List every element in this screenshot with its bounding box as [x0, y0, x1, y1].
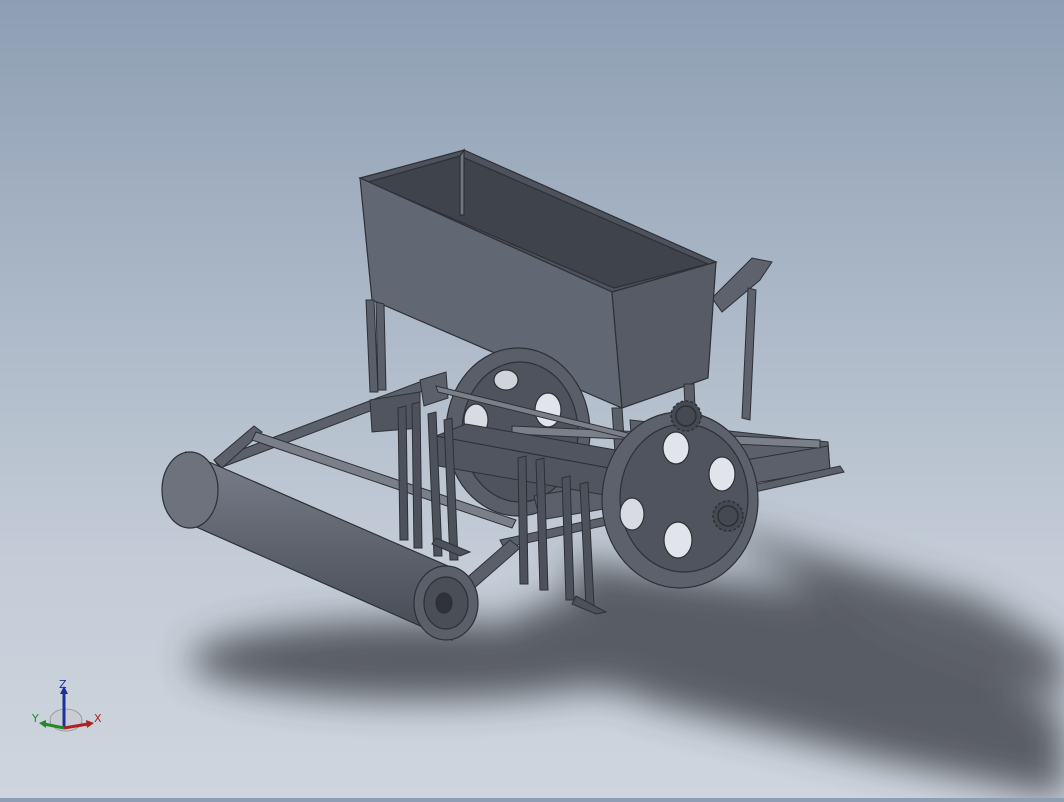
x-label: X — [94, 712, 102, 725]
view-triad[interactable]: Z Y X — [30, 678, 110, 740]
chute-arm — [711, 257, 773, 421]
z-label: Z — [59, 678, 67, 691]
model-view[interactable] — [0, 0, 1064, 798]
y-label: Y — [31, 712, 39, 725]
front-seed-wheel — [601, 411, 759, 589]
graphics-viewport[interactable]: Z Y X — [0, 0, 1064, 798]
triad-graphic: Z Y X — [31, 678, 102, 732]
